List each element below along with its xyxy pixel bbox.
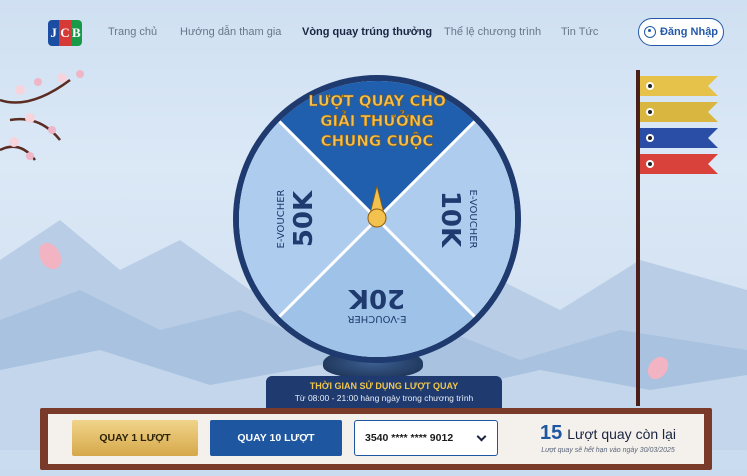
card-select-value: 3540 **** **** 9012 (365, 432, 454, 444)
remaining-spins-label: Lượt quay còn lại (567, 426, 677, 442)
wheel-grand-line-1: LƯỢT QUAY CHO (308, 92, 446, 110)
nav-item-home[interactable]: Trang chủ (108, 26, 157, 38)
usage-time-subtitle: Từ 08:00 - 21:00 hàng ngày trong chương … (294, 393, 474, 403)
chevron-down-icon (476, 431, 487, 442)
logo-letter: B (70, 20, 82, 46)
remaining-spins: 15 Lượt quay còn lại Lượt quay sẽ hết hạ… (518, 422, 698, 454)
wheel-left-value: 50K (289, 190, 319, 247)
wheel-bottom-prefix: E-VOUCHER (347, 313, 406, 324)
logo-letter: C (59, 20, 71, 46)
nav-item-rules[interactable]: Thể lệ chương trình (444, 26, 541, 38)
jcb-logo[interactable]: J C B (48, 20, 82, 46)
usage-time-banner: THỜI GIAN SỬ DỤNG LƯỢT QUAY Từ 08:00 - 2… (266, 376, 502, 408)
user-circle-icon (643, 26, 656, 38)
spins-expiry-note: Lượt quay sẽ hết hạn vào ngày 30/03/2025 (541, 447, 675, 454)
login-button[interactable]: Đăng Nhập (638, 18, 724, 46)
wheel-bottom-value: 20K (348, 283, 405, 313)
petal-decoration (38, 242, 62, 270)
remaining-spins-count: 15 (539, 422, 563, 444)
petal-decoration (647, 356, 669, 380)
wheel-grand-line-3: CHUNG CUỘC (321, 130, 434, 150)
logo-letter: J (48, 20, 60, 46)
usage-time-title: THỜI GIAN SỬ DỤNG LƯỢT QUAY (309, 381, 459, 391)
wheel-right-value: 10K (435, 191, 465, 248)
wheel-right-prefix: E-VOUCHER (467, 190, 478, 249)
prize-wheel[interactable]: LƯỢT QUAY CHO GIẢI THƯỞNG CHUNG CUỘC E-V… (232, 74, 522, 364)
spin-one-button[interactable]: QUAY 1 LƯỢT (72, 420, 198, 456)
card-select[interactable]: 3540 **** **** 9012 (354, 420, 498, 456)
wheel-left-prefix: E-VOUCHER (276, 189, 287, 248)
login-label: Đăng Nhập (659, 26, 719, 38)
cherry-blossom-branch (0, 70, 84, 161)
carp-streamers (640, 76, 718, 174)
nav-item-lucky-wheel[interactable]: Vòng quay trúng thưởng (302, 26, 432, 38)
top-nav: J C B Trang chủ Hướng dẫn tham gia Vòng … (0, 0, 747, 62)
nav-item-news[interactable]: Tin Tức (561, 26, 598, 38)
nav-item-guide[interactable]: Hướng dẫn tham gia (180, 26, 281, 38)
wheel-grand-line-2: GIẢI THƯỞNG (320, 109, 434, 130)
spin-ten-button[interactable]: QUAY 10 LƯỢT (210, 420, 342, 456)
